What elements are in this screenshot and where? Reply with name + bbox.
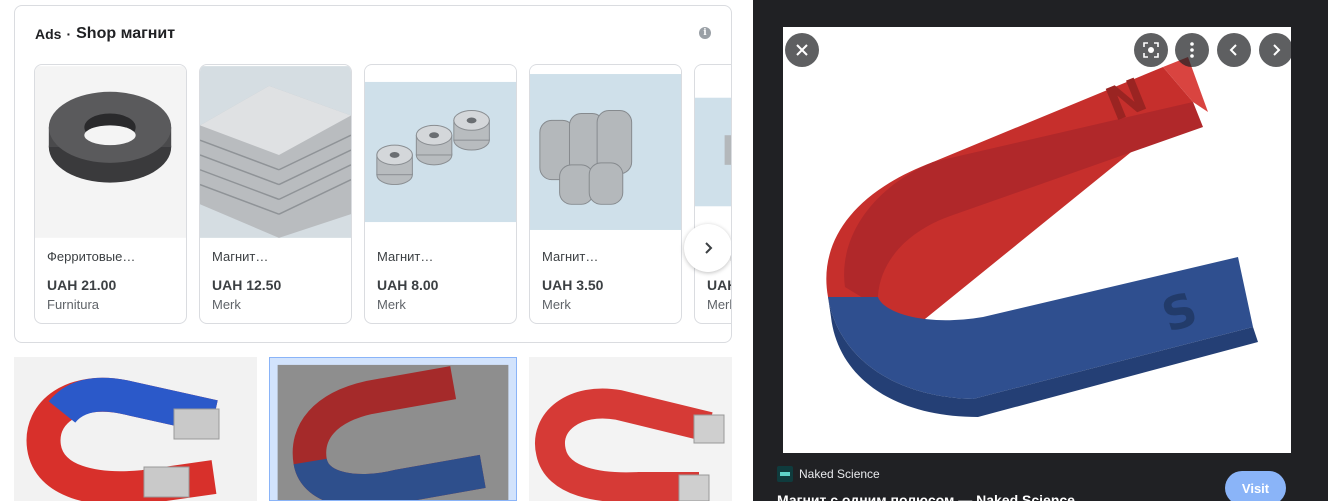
product-card[interactable]: Магнит… UAH Merk: [694, 64, 731, 324]
product-merchant: Merk: [212, 297, 241, 312]
product-name: Магнит…: [542, 249, 599, 264]
info-icon[interactable]: i: [699, 27, 711, 39]
product-price: UAH 8.00: [377, 277, 439, 293]
product-image: [365, 65, 516, 239]
product-card[interactable]: Магнит… UAH 3.50 Merk: [529, 64, 682, 324]
product-merchant: Merk: [377, 297, 406, 312]
product-image: [695, 65, 731, 239]
preview-image: N S: [783, 27, 1291, 453]
close-button[interactable]: [785, 33, 819, 67]
horseshoe-magnet-image: [529, 357, 732, 501]
source-name: Naked Science: [799, 467, 880, 481]
prev-icon: [1229, 44, 1237, 56]
product-carousel: Ферритовые… UAH 21.00 Furnitura Магнит… …: [34, 64, 731, 326]
product-price: UAH 12.50: [212, 277, 282, 293]
image-result[interactable]: [14, 357, 257, 501]
source-info[interactable]: Naked Science: [777, 466, 880, 482]
more-options-button[interactable]: [1175, 33, 1209, 67]
next-button[interactable]: [1259, 33, 1293, 67]
product-card[interactable]: Магнит… UAH 8.00 Merk: [364, 64, 517, 324]
image-result[interactable]: [529, 357, 732, 501]
close-icon: [796, 44, 808, 56]
product-price: UAH 21.00: [47, 277, 117, 293]
product-price: UAH 3.50: [542, 277, 604, 293]
product-image: [530, 65, 681, 239]
visit-button[interactable]: Visit: [1225, 471, 1286, 501]
lens-button[interactable]: [1134, 33, 1168, 67]
more-icon: [1190, 42, 1194, 58]
carousel-next-button[interactable]: [684, 224, 731, 272]
preview-title-link[interactable]: Магнит с одним полюсом — Naked Science: [777, 492, 1075, 501]
ads-header: Ads · Shop магнит: [35, 24, 175, 44]
product-merchant: Furnitura: [47, 297, 100, 312]
image-result-selected[interactable]: [269, 357, 517, 501]
source-logo-icon: [777, 466, 793, 482]
product-name: Ферритовые…: [47, 249, 136, 264]
ads-label: Ads: [35, 26, 62, 42]
product-image: [35, 65, 186, 239]
horseshoe-magnet-image: [277, 364, 509, 500]
product-merchant: Merk: [707, 297, 731, 312]
image-preview-panel: N S Naked Science Магнит с одним полюсом…: [753, 0, 1328, 501]
chevron-right-icon: [705, 242, 713, 254]
product-name: Магнит…: [377, 249, 434, 264]
previous-button[interactable]: [1217, 33, 1251, 67]
product-name: Магнит…: [212, 249, 269, 264]
next-icon: [1273, 44, 1281, 56]
product-card[interactable]: Магнит… UAH 12.50 Merk: [199, 64, 352, 324]
horseshoe-magnet-image: [14, 357, 257, 501]
shopping-ads-panel: Ads · Shop магнит i Ферритовые… UAH 21.0…: [14, 5, 732, 343]
product-image: [200, 65, 351, 239]
product-merchant: Merk: [542, 297, 571, 312]
product-card[interactable]: Ферритовые… UAH 21.00 Furnitura: [34, 64, 187, 324]
lens-icon: [1143, 42, 1159, 58]
ads-title: Shop магнит: [76, 25, 176, 42]
product-price: UAH: [707, 277, 731, 293]
ads-separator: ·: [66, 26, 72, 42]
